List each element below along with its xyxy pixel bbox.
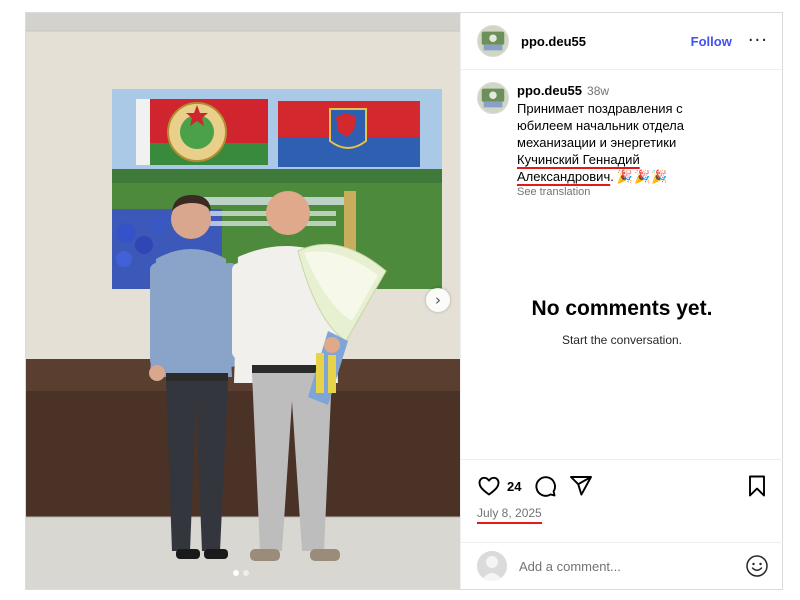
like-count[interactable]: 24 bbox=[507, 479, 521, 494]
comment-input[interactable] bbox=[519, 558, 719, 574]
post-side-panel: ppo.deu55 Follow ··· ppo.deu55 38w Приним… bbox=[460, 13, 783, 589]
empty-comments: No comments yet. Start the conversation. bbox=[461, 297, 783, 347]
see-translation-link[interactable]: See translation bbox=[517, 186, 737, 198]
smiley-icon[interactable] bbox=[745, 554, 769, 578]
photo-image bbox=[26, 13, 460, 589]
header-username[interactable]: ppo.deu55 bbox=[521, 34, 586, 49]
comment-icon[interactable] bbox=[533, 474, 557, 498]
post-photo[interactable]: › bbox=[26, 13, 460, 589]
post-actions: 24 July 8, 2025 bbox=[461, 459, 783, 547]
avatar[interactable] bbox=[477, 25, 509, 57]
more-options-icon[interactable]: ··· bbox=[748, 32, 768, 50]
empty-comments-subtitle: Start the conversation. bbox=[561, 333, 683, 347]
add-comment-bar bbox=[461, 542, 783, 589]
chevron-right-icon: › bbox=[435, 291, 441, 309]
next-slide-button[interactable]: › bbox=[426, 288, 450, 312]
avatar[interactable] bbox=[477, 82, 509, 114]
caption-username[interactable]: ppo.deu55 bbox=[517, 83, 582, 98]
caption-text: Принимает поздравления с юбилеем начальн… bbox=[517, 100, 737, 185]
post-time[interactable]: 38w bbox=[587, 84, 609, 98]
follow-button[interactable]: Follow bbox=[691, 34, 732, 49]
instagram-post: › ppo.deu55 Follow ··· ppo.deu55 38w При… bbox=[25, 12, 783, 590]
heart-icon[interactable] bbox=[477, 474, 501, 498]
caption-end: . bbox=[610, 169, 614, 184]
carousel-dot bbox=[233, 570, 239, 576]
bookmark-icon[interactable] bbox=[745, 474, 769, 498]
carousel-dot bbox=[243, 570, 249, 576]
caption: ppo.deu55 38w Принимает поздравления с юб… bbox=[461, 70, 782, 198]
empty-comments-title: No comments yet. bbox=[531, 297, 713, 320]
avatar bbox=[477, 551, 507, 581]
post-header: ppo.deu55 Follow ··· bbox=[461, 13, 782, 70]
party-emoji: 🎉🎉🎉 bbox=[616, 169, 669, 184]
post-date[interactable]: July 8, 2025 bbox=[477, 506, 542, 524]
share-icon[interactable] bbox=[569, 474, 593, 498]
carousel-indicator bbox=[233, 570, 249, 576]
caption-body: Принимает поздравления с юбилеем начальн… bbox=[517, 101, 684, 150]
